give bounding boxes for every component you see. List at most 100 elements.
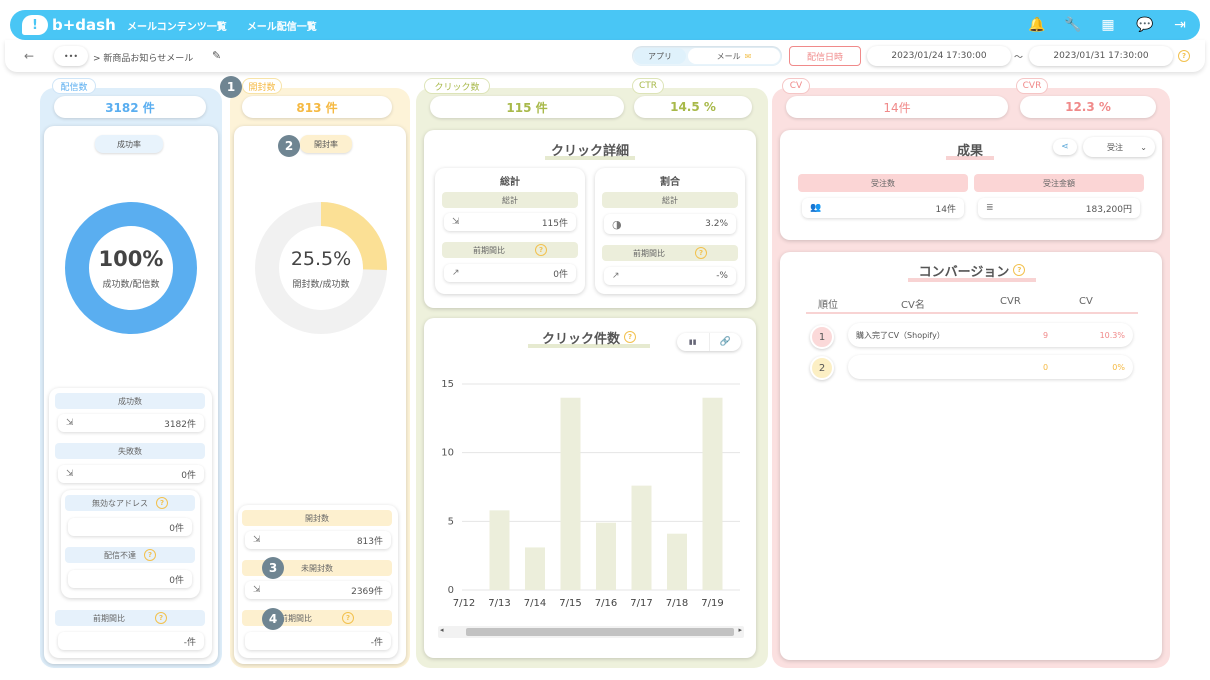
col-cvr: CVR: [1000, 296, 1021, 307]
logout-icon[interactable]: ⇥: [1172, 17, 1188, 33]
chevron-down-icon: ⌄: [1140, 142, 1147, 152]
bar: [631, 485, 652, 590]
chart-scrollbar[interactable]: ◂ ▸: [438, 626, 744, 638]
help-icon[interactable]: ?: [144, 549, 156, 561]
open-rate-label: 開封率: [300, 135, 352, 153]
bar: [525, 547, 545, 590]
nav-mail-contents[interactable]: メールコンテンツ一覧: [127, 18, 227, 33]
click-total-title: 総計: [500, 176, 520, 188]
grid-icon[interactable]: ▦: [1100, 17, 1116, 33]
orders-row: 👥 14件: [802, 198, 964, 218]
click-chart-title: クリック件数?: [528, 330, 650, 348]
col-cv-name: CV名: [901, 300, 925, 311]
open-prev-row: -件: [245, 632, 391, 650]
ctr-tab: CTR: [632, 78, 664, 94]
bell-icon[interactable]: 🔔: [1028, 17, 1045, 33]
invalid-address-label: 無効なアドレス?: [65, 495, 195, 511]
chart-type-toggle: ▮▮ 🔗: [677, 333, 741, 351]
x-tick-label: 7/19: [701, 598, 723, 609]
cvr-tab: CVR: [1016, 78, 1048, 94]
bar: [702, 397, 723, 590]
pie-icon: ◑: [612, 217, 622, 231]
x-tick-label: 7/13: [488, 598, 510, 609]
x-tick-label: 7/18: [666, 598, 688, 609]
top-bar: ! b+dash メールコンテンツ一覧 メール配信一覧 🔔 🔧 ▦ 💬 ⇥: [10, 10, 1200, 40]
help-icon[interactable]: ?: [1178, 50, 1190, 62]
ctr-value: 14.5 %: [634, 96, 752, 118]
cv-cv: 10.3%: [1099, 330, 1125, 340]
share-icon[interactable]: ⋖: [1053, 139, 1077, 155]
click-ratio-hdr: 総計: [602, 192, 738, 208]
unopened-row: ⇲ 2369件: [245, 581, 391, 599]
scroll-right-icon[interactable]: ▸: [738, 626, 742, 634]
click-total-prev-hdr: 前期間比?: [442, 242, 578, 258]
nav-mail-delivery[interactable]: メール配信一覧: [247, 18, 317, 33]
help-icon[interactable]: ?: [1013, 264, 1026, 276]
cv-cvr: 0: [1042, 362, 1049, 372]
cv-name: 購入完了CV（Shopify）: [856, 330, 945, 340]
edit-icon[interactable]: ✎: [212, 49, 221, 62]
link-icon[interactable]: 🔗: [710, 333, 742, 351]
open-count-label: 開封数: [242, 510, 392, 526]
scroll-left-icon[interactable]: ◂: [440, 626, 444, 634]
scroll-thumb[interactable]: [466, 628, 734, 636]
cv-tab: CV: [782, 78, 810, 94]
badge-3: 3: [262, 557, 284, 579]
date-label: 配信日時: [789, 46, 861, 66]
help-icon[interactable]: ?: [342, 612, 354, 624]
date-to-input[interactable]: 2023/01/31 17:30:00: [1029, 46, 1173, 66]
wrench-icon[interactable]: 🔧: [1064, 17, 1081, 33]
chart-icon: ↗: [612, 271, 620, 281]
badge-1: 1: [220, 76, 242, 98]
conversion-row[interactable]: 0 0%: [848, 355, 1133, 379]
help-icon[interactable]: ?: [535, 244, 547, 256]
logo[interactable]: ! b+dash: [22, 15, 127, 35]
conversion-title: コンバージョン?: [908, 262, 1036, 282]
toggle-mail[interactable]: メール ✉: [688, 48, 780, 64]
date-separator: 〜: [1014, 53, 1024, 63]
back-icon[interactable]: ←: [24, 49, 34, 63]
click-ratio-prev-row: ↗ -%: [604, 267, 736, 285]
help-icon[interactable]: ?: [624, 331, 636, 343]
cv-cv: 0%: [1112, 362, 1125, 372]
bar: [596, 522, 616, 590]
badge-2: 2: [278, 135, 300, 157]
y-tick-label: 0: [448, 585, 454, 596]
more-button[interactable]: •••: [54, 46, 88, 66]
help-icon[interactable]: ?: [695, 247, 707, 259]
x-tick-label: 7/12: [453, 598, 475, 609]
chat-icon[interactable]: 💬: [1136, 17, 1153, 33]
click-total-prev-row: ↗ 0件: [444, 264, 576, 282]
money-icon: ≣: [986, 203, 994, 213]
x-tick-label: 7/17: [630, 598, 652, 609]
delivery-prev-row: -件: [58, 632, 204, 650]
open-count-row: ⇲ 813件: [245, 531, 391, 549]
sign-in-icon: ⇲: [66, 418, 74, 428]
invalid-address-row: 0件: [68, 518, 192, 536]
conversion-row[interactable]: 購入完了CV（Shopify） 9 10.3%: [848, 323, 1133, 347]
click-ratio-row: ◑ 3.2%: [604, 214, 736, 234]
result-title: 成果: [946, 142, 994, 160]
help-icon[interactable]: ?: [156, 497, 168, 509]
amount-row: ≣ 183,200円: [978, 198, 1140, 218]
rank-badge-2: 2: [810, 356, 834, 380]
delivery-donut-sub: 成功数/配信数: [102, 279, 160, 290]
delivery-donut-value: 100%: [98, 247, 164, 271]
help-icon[interactable]: ?: [155, 612, 167, 624]
toggle-app[interactable]: アプリ: [634, 48, 686, 64]
fail-count-label: 失敗数: [55, 443, 205, 459]
success-count-label: 成功数: [55, 393, 205, 409]
bar: [489, 510, 510, 590]
conversion-table-header: 順位 CV名 CVR CV: [806, 292, 1138, 314]
result-select[interactable]: 受注 ⌄: [1083, 137, 1155, 157]
click-ratio-prev-hdr: 前期間比?: [602, 245, 738, 261]
x-tick-label: 7/15: [559, 598, 581, 609]
date-from-input[interactable]: 2023/01/24 17:30:00: [867, 46, 1011, 66]
open-donut-value: 25.5%: [290, 248, 352, 270]
bar-chart-icon[interactable]: ▮▮: [677, 333, 710, 351]
logo-icon: !: [22, 15, 48, 35]
badge-4: 4: [262, 608, 284, 630]
click-value: 115 件: [430, 96, 624, 118]
col-rank: 順位: [818, 300, 838, 311]
orders-label: 受注数: [798, 174, 968, 192]
